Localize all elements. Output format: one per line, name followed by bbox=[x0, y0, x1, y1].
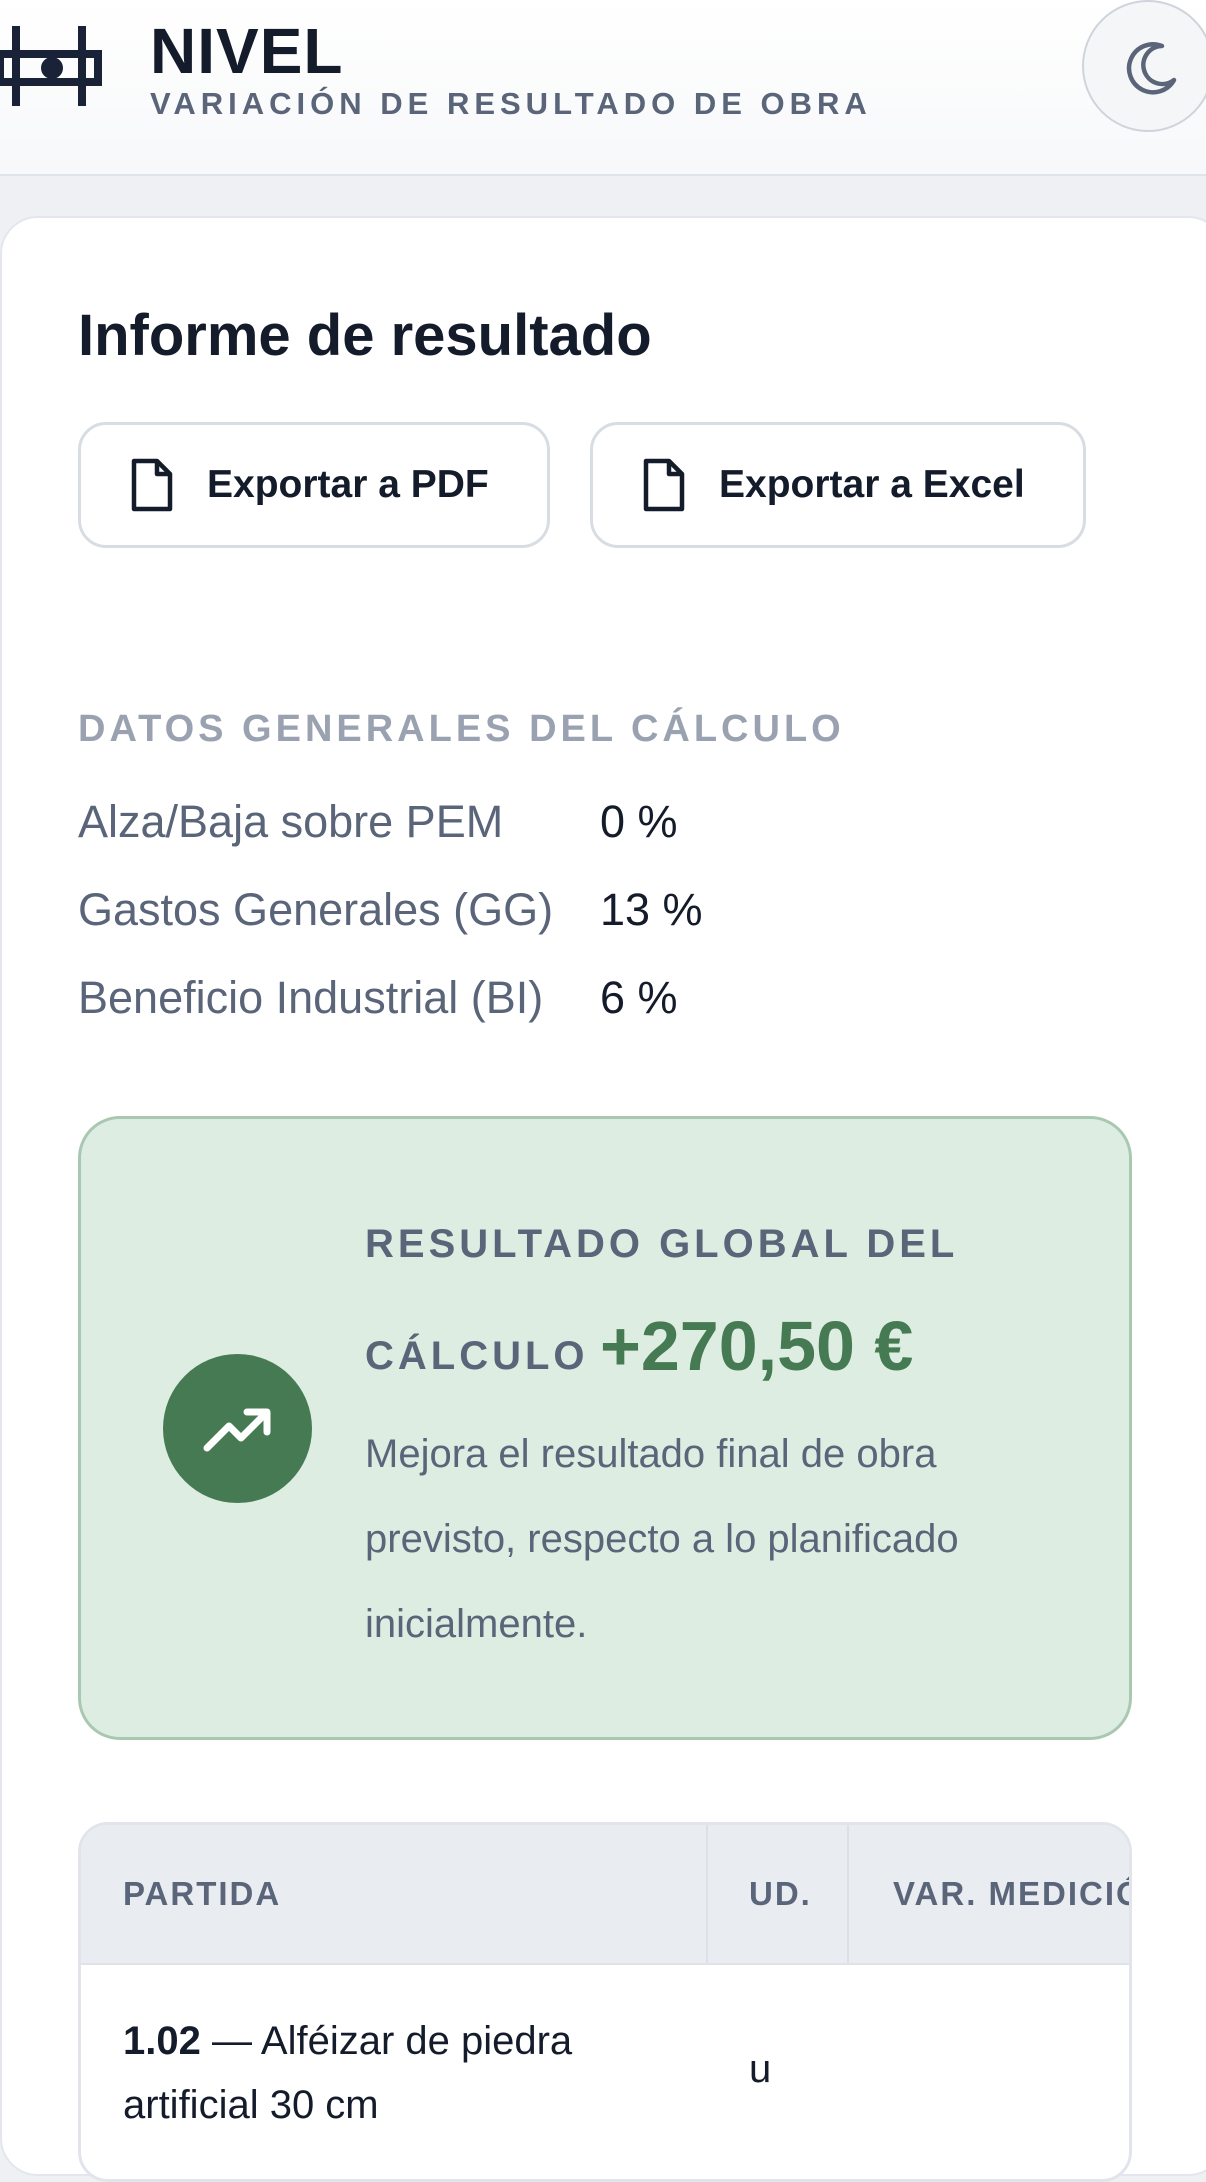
param-label: Beneficio Industrial (BI) bbox=[78, 972, 544, 1023]
export-excel-label: Exportar a Excel bbox=[719, 463, 1025, 506]
trend-badge bbox=[163, 1354, 312, 1503]
result-value: +270,50 € bbox=[600, 1307, 914, 1385]
theme-toggle-button[interactable] bbox=[1082, 0, 1206, 132]
items-table: PARTIDA UD. VAR. MEDICIÓ 1.02 — Alféizar… bbox=[78, 1822, 1132, 2182]
result-label: RESULTADO GLOBAL DEL bbox=[365, 1222, 959, 1266]
brand-subtitle: VARIACIÓN DE RESULTADO DE OBRA bbox=[150, 86, 872, 121]
param-value: 0 % bbox=[600, 796, 678, 847]
general-data-heading: DATOS GENERALES DEL CÁLCULO bbox=[78, 708, 845, 750]
table-header: PARTIDA UD. VAR. MEDICIÓ bbox=[81, 1825, 1129, 1965]
result-description: Mejora el resultado final de obra previs… bbox=[365, 1432, 959, 1646]
column-divider bbox=[706, 1825, 708, 1963]
column-header-unit[interactable]: UD. bbox=[749, 1825, 812, 1963]
row-code: 1.02 bbox=[123, 2019, 201, 2063]
param-value: 13 % bbox=[600, 884, 703, 935]
brand-title: NIVEL bbox=[150, 15, 344, 87]
app-header: NIVEL VARIACIÓN DE RESULTADO DE OBRA bbox=[0, 0, 1206, 176]
report-title: Informe de resultado bbox=[78, 303, 652, 368]
level-logo-icon bbox=[0, 22, 106, 110]
document-icon bbox=[641, 457, 687, 513]
export-pdf-button[interactable]: Exportar a PDF bbox=[78, 422, 550, 548]
param-label: Alza/Baja sobre PEM bbox=[78, 796, 504, 847]
export-excel-button[interactable]: Exportar a Excel bbox=[590, 422, 1086, 548]
export-pdf-label: Exportar a PDF bbox=[207, 463, 489, 506]
column-divider bbox=[847, 1825, 849, 1963]
document-icon bbox=[129, 457, 175, 513]
row-separator: — bbox=[200, 2019, 261, 2063]
param-value: 6 % bbox=[600, 972, 678, 1023]
row-item-cell: 1.02 — Alféizar de piedra artificial 30 … bbox=[123, 2009, 683, 2137]
column-header-variation[interactable]: VAR. MEDICIÓ bbox=[893, 1825, 1129, 1963]
column-header-partida[interactable]: PARTIDA bbox=[123, 1825, 281, 1963]
result-label-cont: CÁLCULO bbox=[365, 1334, 589, 1378]
row-unit: u bbox=[749, 2047, 772, 2091]
param-label: Gastos Generales (GG) bbox=[78, 884, 554, 935]
